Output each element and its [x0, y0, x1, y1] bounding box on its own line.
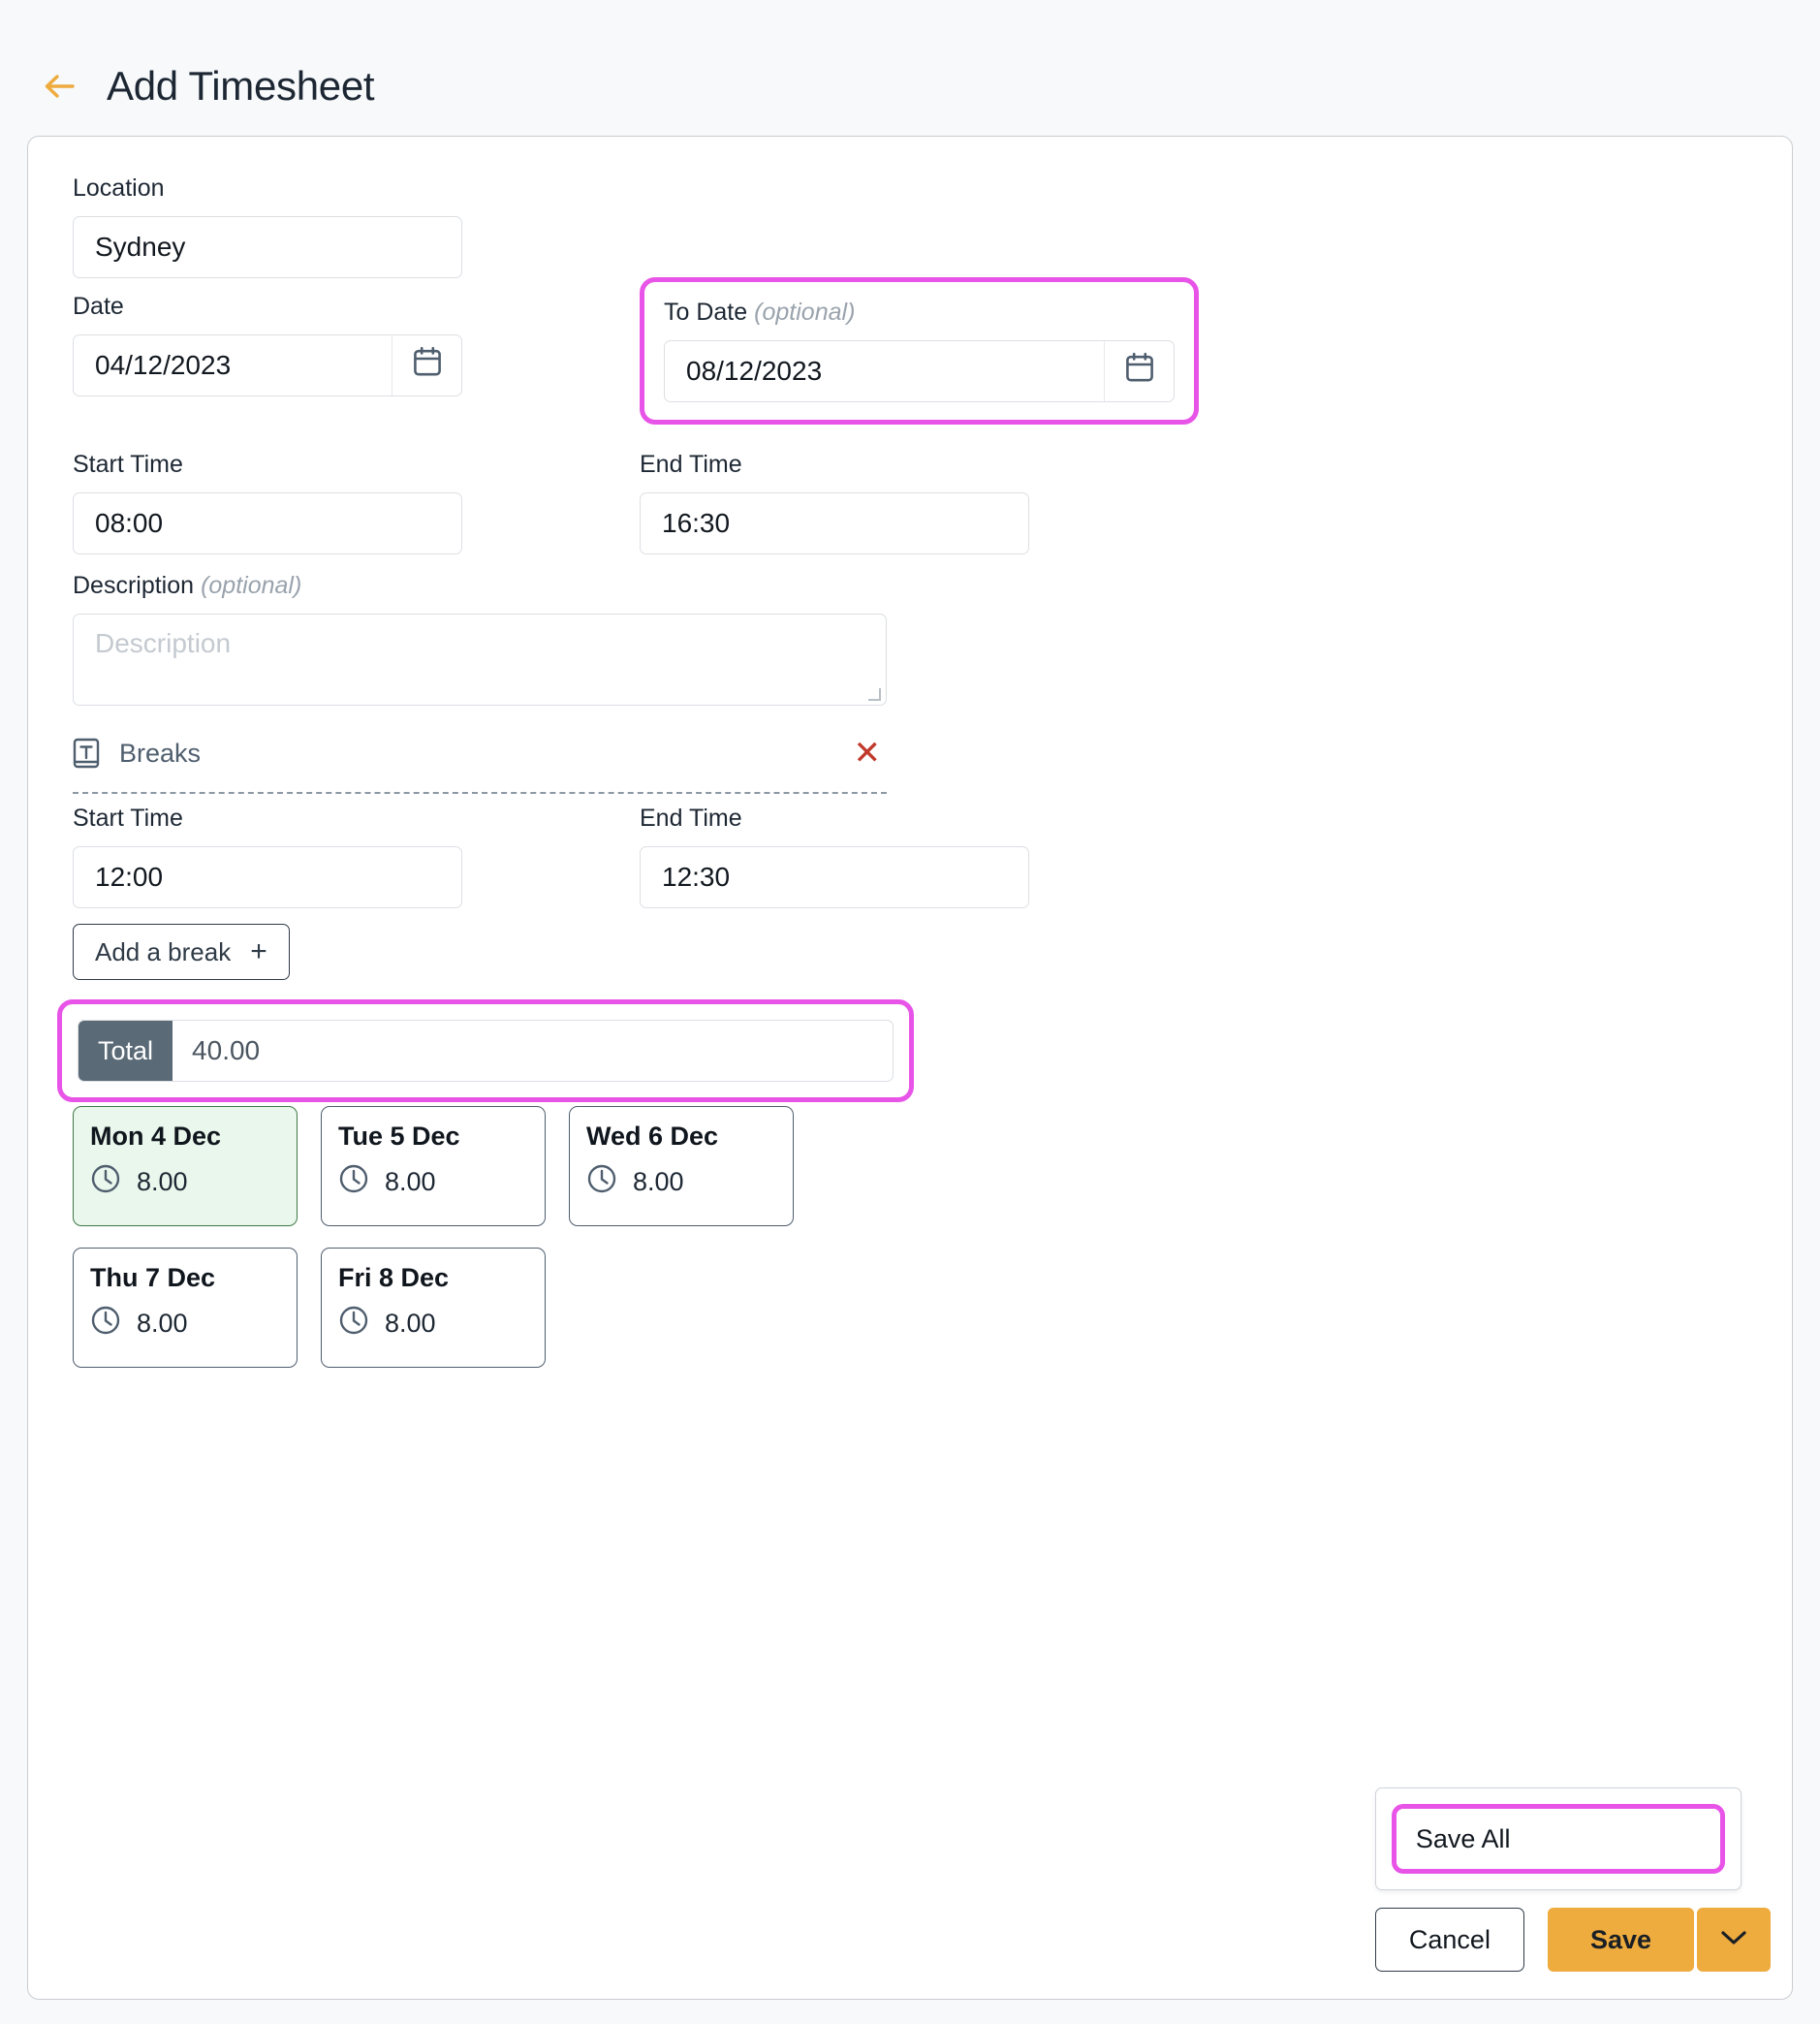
day-card-hours: 8.00 [137, 1166, 188, 1196]
calendar-icon [1125, 352, 1154, 390]
total-label: Total [78, 1021, 173, 1081]
date-input[interactable]: 04/12/2023 [73, 333, 462, 396]
add-break-button-wrap: Add a break + [73, 924, 290, 980]
location-value: Sydney [95, 231, 186, 262]
break-start-time-value: 12:00 [95, 861, 164, 892]
page-header: Add Timesheet [0, 0, 1820, 136]
end-time-input[interactable]: 16:30 [640, 491, 1029, 554]
total-field: Total 40.00 [78, 1020, 894, 1082]
end-time-value: 16:30 [662, 507, 731, 538]
description-optional-text: (optional) [201, 572, 302, 599]
location-input[interactable]: Sydney [73, 215, 462, 278]
breaks-title: Breaks [119, 738, 202, 768]
to-date-calendar-button[interactable] [1104, 340, 1174, 401]
day-card-name: Wed 6 Dec [586, 1122, 719, 1151]
breaks-divider [73, 792, 887, 794]
save-button[interactable]: Save [1547, 1908, 1694, 1972]
clock-icon [586, 1163, 617, 1201]
break-end-time-field-group: End Time 12:30 [640, 805, 1029, 908]
chevron-down-icon [1719, 1928, 1748, 1952]
description-placeholder: Description [95, 627, 232, 658]
page-title: Add Timesheet [107, 63, 375, 109]
breaks-section-header: Breaks ✕ [73, 728, 887, 794]
form-footer: Save All Cancel Save [1374, 1787, 1771, 1972]
end-time-label: End Time [640, 451, 742, 478]
to-date-highlight: To Date (optional) 08/12/2023 [640, 277, 1199, 425]
save-split-button: Save [1547, 1908, 1771, 1972]
date-label: Date [73, 293, 124, 320]
total-highlight: Total 40.00 [57, 999, 914, 1102]
day-card-name: Thu 7 Dec [90, 1263, 216, 1292]
day-card[interactable]: Fri 8 Dec 8.00 [321, 1248, 546, 1368]
cancel-label: Cancel [1408, 1924, 1491, 1954]
day-card-name: Tue 5 Dec [338, 1122, 460, 1151]
start-time-value: 08:00 [95, 507, 164, 538]
arrow-left-icon [37, 64, 81, 109]
day-cards-grid: Mon 4 Dec 8.00 Tue 5 Dec 8.00 Wed 6 Dec … [73, 1106, 887, 1368]
day-card-hours: 8.00 [385, 1166, 436, 1196]
save-label: Save [1589, 1924, 1651, 1954]
location-label: Location [73, 174, 165, 202]
save-dropdown-toggle[interactable] [1697, 1908, 1771, 1972]
day-card-hours: 8.00 [633, 1166, 684, 1196]
location-field-group: Location Sydney [73, 174, 462, 278]
to-date-input[interactable]: 08/12/2023 [664, 339, 1175, 402]
clock-icon [338, 1305, 369, 1343]
break-end-time-value: 12:30 [662, 861, 731, 892]
calendar-icon [413, 346, 442, 384]
description-input[interactable]: Description [73, 613, 887, 706]
save-dropdown-menu: Save All [1374, 1787, 1742, 1890]
break-end-time-label: End Time [640, 805, 742, 832]
back-button[interactable] [37, 64, 81, 109]
day-card[interactable]: Mon 4 Dec 8.00 [73, 1106, 298, 1226]
close-icon[interactable]: ✕ [854, 737, 888, 770]
save-all-label: Save All [1415, 1823, 1511, 1853]
add-break-button[interactable]: Add a break + [73, 924, 290, 980]
total-value[interactable]: 40.00 [173, 1021, 893, 1081]
date-calendar-button[interactable] [392, 334, 461, 395]
break-start-time-input[interactable]: 12:00 [73, 845, 462, 908]
day-card-name: Mon 4 Dec [90, 1122, 222, 1151]
start-time-label: Start Time [73, 451, 183, 478]
break-start-time-field-group: Start Time 12:00 [73, 805, 462, 908]
description-field-group: Description (optional) Description [73, 572, 887, 706]
clock-icon [338, 1163, 369, 1201]
date-field-group: Date 04/12/2023 [73, 293, 462, 396]
day-card-hours: 8.00 [385, 1308, 436, 1338]
timesheet-form-card: Location Sydney Date 04/12/2023 To Date … [27, 136, 1793, 2000]
day-card[interactable]: Thu 7 Dec 8.00 [73, 1248, 298, 1368]
day-card-name: Fri 8 Dec [338, 1263, 450, 1292]
date-value: 04/12/2023 [95, 349, 232, 380]
clock-icon [90, 1163, 121, 1201]
to-date-optional-text: (optional) [754, 299, 856, 326]
text-block-icon [73, 738, 100, 769]
plus-icon: + [250, 935, 267, 967]
day-card[interactable]: Wed 6 Dec 8.00 [569, 1106, 794, 1226]
clock-icon [90, 1305, 121, 1343]
break-end-time-input[interactable]: 12:30 [640, 845, 1029, 908]
footer-buttons: Cancel Save [1374, 1908, 1771, 1972]
day-card[interactable]: Tue 5 Dec 8.00 [321, 1106, 546, 1226]
to-date-label: To Date (optional) [664, 299, 1175, 327]
save-all-menu-item[interactable]: Save All [1391, 1804, 1725, 1874]
start-time-field-group: Start Time 08:00 [73, 451, 462, 554]
to-date-label-text: To Date [664, 299, 748, 326]
to-date-value: 08/12/2023 [686, 355, 823, 386]
add-break-label: Add a break [95, 936, 232, 966]
start-time-input[interactable]: 08:00 [73, 491, 462, 554]
day-card-hours: 8.00 [137, 1308, 188, 1338]
end-time-field-group: End Time 16:30 [640, 451, 1029, 554]
day-cards-section: Mon 4 Dec 8.00 Tue 5 Dec 8.00 Wed 6 Dec … [73, 1106, 887, 1368]
description-label-text: Description [73, 572, 195, 599]
to-date-field-group: To Date (optional) 08/12/2023 [664, 299, 1175, 402]
description-label: Description (optional) [73, 572, 887, 600]
break-start-time-label: Start Time [73, 805, 183, 832]
cancel-button[interactable]: Cancel [1374, 1908, 1524, 1972]
